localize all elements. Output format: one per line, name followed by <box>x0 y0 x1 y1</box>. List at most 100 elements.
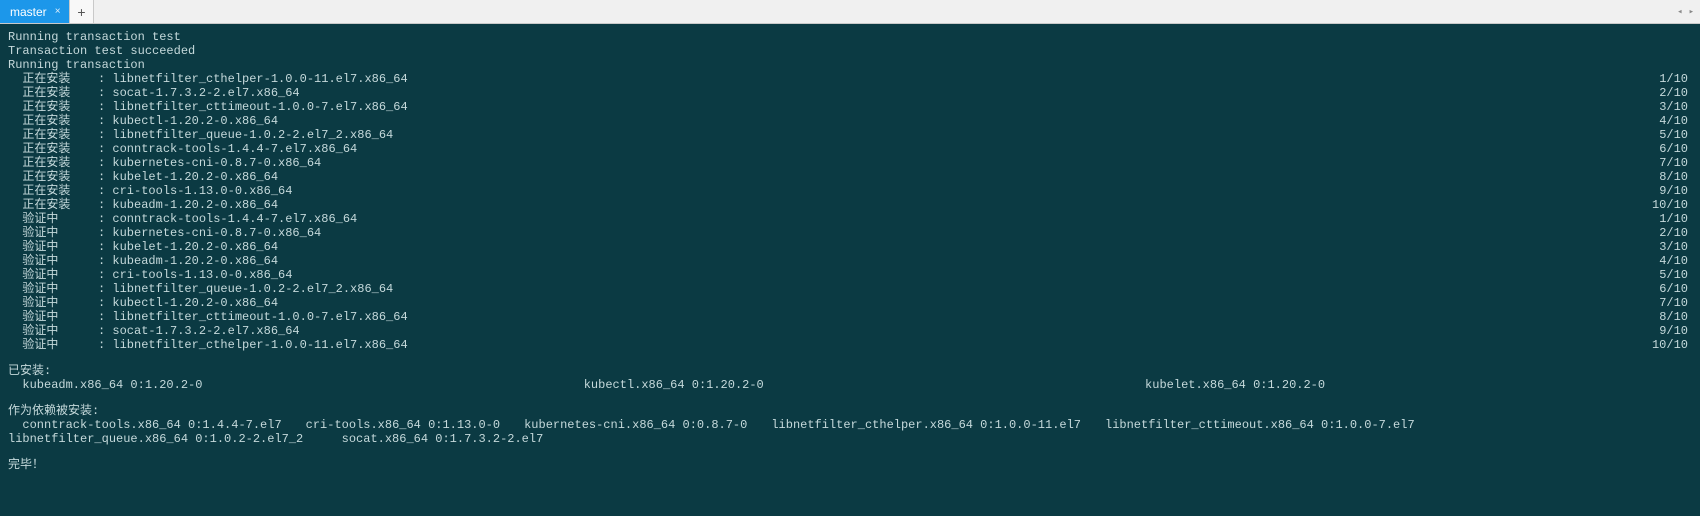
action-label: 正在安装 <box>8 128 98 142</box>
package-name: libnetfilter_cthelper-1.0.0-11.el7.x86_6… <box>112 72 407 86</box>
action-label: 验证中 <box>8 212 98 226</box>
progress-count: 3/10 <box>1659 240 1692 254</box>
separator: : <box>98 282 112 296</box>
action-label: 验证中 <box>8 282 98 296</box>
progress-count: 10/10 <box>1652 198 1692 212</box>
tab-master[interactable]: master × <box>0 0 70 23</box>
separator: : <box>98 128 112 142</box>
transaction-row: 正在安装: conntrack-tools-1.4.4-7.el7.x86_64… <box>8 142 1692 156</box>
progress-count: 2/10 <box>1659 86 1692 100</box>
terminal-output[interactable]: Running transaction testTransaction test… <box>0 24 1700 480</box>
deps-list: conntrack-tools.x86_64 0:1.4.4-7.el7 cri-… <box>8 418 1692 446</box>
transaction-row: 验证中: libnetfilter_queue-1.0.2-2.el7_2.x8… <box>8 282 1692 296</box>
progress-count: 4/10 <box>1659 254 1692 268</box>
tab-label: master <box>10 5 47 19</box>
transaction-row: 验证中: kubelet-1.20.2-0.x86_643/10 <box>8 240 1692 254</box>
action-label: 验证中 <box>8 268 98 282</box>
transaction-row: 正在安装: kubeadm-1.20.2-0.x86_64 10/10 <box>8 198 1692 212</box>
progress-count: 5/10 <box>1659 268 1692 282</box>
tab-bar: master × + ◂ ▸ <box>0 0 1700 24</box>
package-name: libnetfilter_queue-1.0.2-2.el7_2.x86_64 <box>112 282 393 296</box>
progress-count: 3/10 <box>1659 100 1692 114</box>
package-name: kubernetes-cni-0.8.7-0.x86_64 <box>112 156 321 170</box>
transaction-row: 正在安装: kubectl-1.20.2-0.x86_644/10 <box>8 114 1692 128</box>
package-name: conntrack-tools-1.4.4-7.el7.x86_64 <box>112 142 357 156</box>
package-name: kubectl-1.20.2-0.x86_64 <box>112 296 278 310</box>
package-name: kubelet-1.20.2-0.x86_64 <box>112 240 278 254</box>
progress-count: 1/10 <box>1659 72 1692 86</box>
separator: : <box>98 198 112 212</box>
package-name: kubeadm-1.20.2-0.x86_64 <box>112 254 278 268</box>
package-name: socat-1.7.3.2-2.el7.x86_64 <box>112 86 299 100</box>
dep-item: kubernetes-cni.x86_64 0:0.8.7-0 <box>524 418 747 432</box>
separator: : <box>98 156 112 170</box>
action-label: 正在安装 <box>8 142 98 156</box>
transaction-row: 验证中: kubeadm-1.20.2-0.x86_644/10 <box>8 254 1692 268</box>
installed-item: kubectl.x86_64 0:1.20.2-0 <box>569 378 1130 392</box>
transaction-row: 验证中: socat-1.7.3.2-2.el7.x86_649/10 <box>8 324 1692 338</box>
done-line: 完毕！ <box>8 458 1692 472</box>
action-label: 正在安装 <box>8 170 98 184</box>
progress-count: 6/10 <box>1659 282 1692 296</box>
transaction-row: 验证中: libnetfilter_cttimeout-1.0.0-7.el7.… <box>8 310 1692 324</box>
action-label: 正在安装 <box>8 100 98 114</box>
action-label: 验证中 <box>8 324 98 338</box>
package-name: cri-tools-1.13.0-0.x86_64 <box>112 184 292 198</box>
package-name: conntrack-tools-1.4.4-7.el7.x86_64 <box>112 212 357 226</box>
progress-count: 4/10 <box>1659 114 1692 128</box>
separator: : <box>98 212 112 226</box>
transaction-row: 正在安装: cri-tools-1.13.0-0.x86_649/10 <box>8 184 1692 198</box>
package-name: libnetfilter_cthelper-1.0.0-11.el7.x86_6… <box>112 338 407 352</box>
separator: : <box>98 114 112 128</box>
transaction-row: 验证中: libnetfilter_cthelper-1.0.0-11.el7.… <box>8 338 1692 352</box>
transaction-row: 验证中: cri-tools-1.13.0-0.x86_64 5/10 <box>8 268 1692 282</box>
separator: : <box>98 338 112 352</box>
package-name: libnetfilter_cttimeout-1.0.0-7.el7.x86_6… <box>112 310 407 324</box>
dep-item: libnetfilter_cttimeout.x86_64 0:1.0.0-7.… <box>1105 418 1415 432</box>
progress-count: 1/10 <box>1659 212 1692 226</box>
package-name: libnetfilter_cttimeout-1.0.0-7.el7.x86_6… <box>112 100 407 114</box>
separator: : <box>98 310 112 324</box>
action-label: 正在安装 <box>8 72 98 86</box>
separator: : <box>98 100 112 114</box>
separator: : <box>98 268 112 282</box>
transaction-row: 正在安装: libnetfilter_queue-1.0.2-2.el7_2.x… <box>8 128 1692 142</box>
scroll-right-icon[interactable]: ▸ <box>1687 7 1696 17</box>
separator: : <box>98 296 112 310</box>
dep-item: conntrack-tools.x86_64 0:1.4.4-7.el7 <box>8 418 282 432</box>
progress-count: 2/10 <box>1659 226 1692 240</box>
package-name: kubernetes-cni-0.8.7-0.x86_64 <box>112 226 321 240</box>
separator: : <box>98 72 112 86</box>
action-label: 正在安装 <box>8 198 98 212</box>
close-icon[interactable]: × <box>55 6 61 17</box>
installed-item: kubelet.x86_64 0:1.20.2-0 <box>1131 378 1692 392</box>
transaction-row: 验证中: kubernetes-cni-0.8.7-0.x86_642/10 <box>8 226 1692 240</box>
deps-header: 作为依赖被安装: <box>8 404 1692 418</box>
progress-count: 7/10 <box>1659 296 1692 310</box>
transaction-row: 正在安装: kubelet-1.20.2-0.x86_64 8/10 <box>8 170 1692 184</box>
action-label: 验证中 <box>8 240 98 254</box>
separator: : <box>98 170 112 184</box>
add-tab-button[interactable]: + <box>70 0 94 23</box>
terminal-line: Running transaction <box>8 58 1692 72</box>
installed-header: 已安装: <box>8 364 1692 378</box>
scroll-left-icon[interactable]: ◂ <box>1675 7 1684 17</box>
action-label: 验证中 <box>8 310 98 324</box>
dep-item: cri-tools.x86_64 0:1.13.0-0 <box>306 418 500 432</box>
progress-count: 8/10 <box>1659 170 1692 184</box>
separator: : <box>98 324 112 338</box>
dep-item: socat.x86_64 0:1.7.3.2-2.el7 <box>327 432 543 446</box>
progress-count: 5/10 <box>1659 128 1692 142</box>
dep-item: libnetfilter_queue.x86_64 0:1.0.2-2.el7_… <box>8 432 303 446</box>
action-label: 正在安装 <box>8 184 98 198</box>
transaction-row: 正在安装: libnetfilter_cttimeout-1.0.0-7.el7… <box>8 100 1692 114</box>
progress-count: 10/10 <box>1652 338 1692 352</box>
transaction-row: 验证中: kubectl-1.20.2-0.x86_647/10 <box>8 296 1692 310</box>
progress-count: 6/10 <box>1659 142 1692 156</box>
package-name: cri-tools-1.13.0-0.x86_64 <box>112 268 292 282</box>
package-name: kubelet-1.20.2-0.x86_64 <box>112 170 278 184</box>
action-label: 正在安装 <box>8 86 98 100</box>
progress-count: 8/10 <box>1659 310 1692 324</box>
action-label: 验证中 <box>8 338 98 352</box>
package-name: kubeadm-1.20.2-0.x86_64 <box>112 198 278 212</box>
